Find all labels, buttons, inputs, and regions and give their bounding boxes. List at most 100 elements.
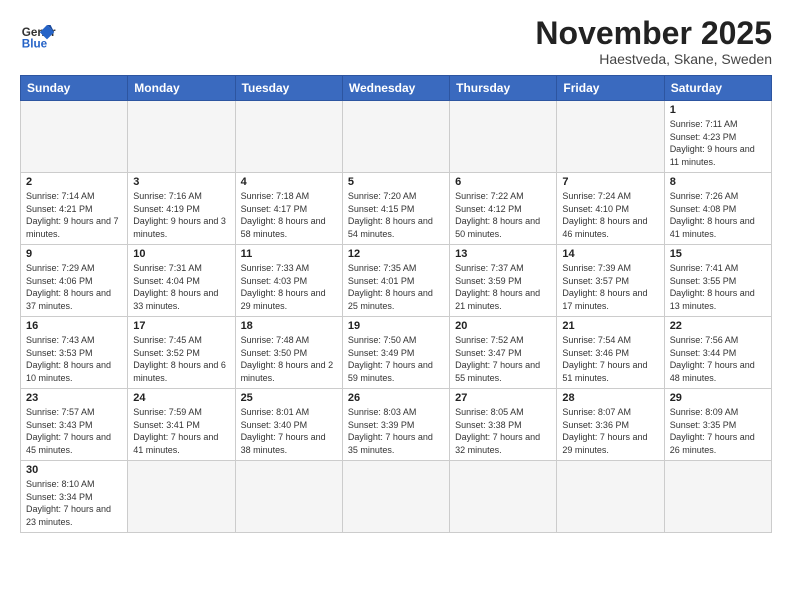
calendar-day [21,101,128,173]
calendar-day: 1Sunrise: 7:11 AM Sunset: 4:23 PM Daylig… [664,101,771,173]
day-number: 3 [133,176,229,188]
calendar-day: 28 Sunrise: 8:07 AM Sunset: 3:36 PM Dayli… [557,389,664,461]
day-info: Sunrise: 7:35 AM Sunset: 4:01 PM Dayligh… [348,262,444,312]
calendar-day [128,461,235,533]
day-number: 4 [241,176,337,188]
calendar-day: 27Sunrise: 8:05 AM Sunset: 3:38 PM Dayli… [450,389,557,461]
day-info: Sunrise: 7:16 AM Sunset: 4:19 PM Dayligh… [133,190,229,240]
day-info: Sunrise: 7:20 AM Sunset: 4:15 PM Dayligh… [348,190,444,240]
day-info: Sunrise: 7:56 AM Sunset: 3:44 PM Dayligh… [670,334,766,384]
day-info: Sunrise: 7:22 AM Sunset: 4:12 PM Dayligh… [455,190,551,240]
calendar-day: 11 Sunrise: 7:33 AM Sunset: 4:03 PM Dayli… [235,245,342,317]
day-info: Sunrise: 7:52 AM Sunset: 3:47 PM Dayligh… [455,334,551,384]
calendar-week-row: 30 Sunrise: 8:10 AM Sunset: 3:34 PM Dayli… [21,461,772,533]
calendar-day: 18Sunrise: 7:48 AM Sunset: 3:50 PM Dayli… [235,317,342,389]
calendar-day: 3 Sunrise: 7:16 AM Sunset: 4:19 PM Daylig… [128,173,235,245]
col-monday: Monday [128,76,235,101]
calendar-day: 12Sunrise: 7:35 AM Sunset: 4:01 PM Dayli… [342,245,449,317]
day-info: Sunrise: 7:39 AM Sunset: 3:57 PM Dayligh… [562,262,658,312]
calendar-day [450,461,557,533]
calendar-day [128,101,235,173]
col-tuesday: Tuesday [235,76,342,101]
day-number: 16 [26,320,122,332]
calendar-day [450,101,557,173]
day-number: 8 [670,176,766,188]
calendar-day: 30 Sunrise: 8:10 AM Sunset: 3:34 PM Dayli… [21,461,128,533]
day-number: 25 [241,392,337,404]
generalblue-logo-icon: General Blue [20,16,56,52]
day-number: 24 [133,392,229,404]
day-number: 29 [670,392,766,404]
calendar-day: 9 Sunrise: 7:29 AM Sunset: 4:06 PM Daylig… [21,245,128,317]
calendar-day: 22 Sunrise: 7:56 AM Sunset: 3:44 PM Dayli… [664,317,771,389]
day-info: Sunrise: 8:01 AM Sunset: 3:40 PM Dayligh… [241,406,337,456]
calendar-day [342,461,449,533]
calendar-day: 13 Sunrise: 7:37 AM Sunset: 3:59 PM Dayli… [450,245,557,317]
calendar-day: 23 Sunrise: 7:57 AM Sunset: 3:43 PM Dayli… [21,389,128,461]
day-number: 13 [455,248,551,260]
day-info: Sunrise: 7:50 AM Sunset: 3:49 PM Dayligh… [348,334,444,384]
calendar-day [664,461,771,533]
day-number: 21 [562,320,658,332]
calendar-week-row: 23 Sunrise: 7:57 AM Sunset: 3:43 PM Dayli… [21,389,772,461]
day-number: 26 [348,392,444,404]
day-number: 11 [241,248,337,260]
day-number: 9 [26,248,122,260]
calendar-day: 14Sunrise: 7:39 AM Sunset: 3:57 PM Dayli… [557,245,664,317]
calendar-day: 10 Sunrise: 7:31 AM Sunset: 4:04 PM Dayli… [128,245,235,317]
page: General Blue November 2025 Haestveda, Sk… [0,0,792,612]
calendar-day [235,461,342,533]
day-info: Sunrise: 7:43 AM Sunset: 3:53 PM Dayligh… [26,334,122,384]
day-info: Sunrise: 7:29 AM Sunset: 4:06 PM Dayligh… [26,262,122,312]
calendar-day [342,101,449,173]
day-number: 17 [133,320,229,332]
day-number: 19 [348,320,444,332]
calendar-day: 5 Sunrise: 7:20 AM Sunset: 4:15 PM Daylig… [342,173,449,245]
calendar-week-row: 16 Sunrise: 7:43 AM Sunset: 3:53 PM Dayli… [21,317,772,389]
day-info: Sunrise: 7:54 AM Sunset: 3:46 PM Dayligh… [562,334,658,384]
calendar-table: Sunday Monday Tuesday Wednesday Thursday… [20,75,772,533]
calendar-day: 29 Sunrise: 8:09 AM Sunset: 3:35 PM Dayli… [664,389,771,461]
day-number: 28 [562,392,658,404]
day-number: 10 [133,248,229,260]
day-info: Sunrise: 7:37 AM Sunset: 3:59 PM Dayligh… [455,262,551,312]
col-sunday: Sunday [21,76,128,101]
day-number: 5 [348,176,444,188]
subtitle: Haestveda, Skane, Sweden [535,51,772,67]
col-friday: Friday [557,76,664,101]
calendar-day [235,101,342,173]
calendar-day: 4 Sunrise: 7:18 AM Sunset: 4:17 PM Daylig… [235,173,342,245]
day-info: Sunrise: 7:33 AM Sunset: 4:03 PM Dayligh… [241,262,337,312]
day-info: Sunrise: 7:48 AM Sunset: 3:50 PM Dayligh… [241,334,337,384]
day-info: Sunrise: 8:03 AM Sunset: 3:39 PM Dayligh… [348,406,444,456]
calendar-day: 25 Sunrise: 8:01 AM Sunset: 3:40 PM Dayli… [235,389,342,461]
calendar-day [557,101,664,173]
calendar-header-row: Sunday Monday Tuesday Wednesday Thursday… [21,76,772,101]
day-info: Sunrise: 8:07 AM Sunset: 3:36 PM Dayligh… [562,406,658,456]
header: General Blue November 2025 Haestveda, Sk… [20,16,772,67]
day-number: 7 [562,176,658,188]
day-info: Sunrise: 7:41 AM Sunset: 3:55 PM Dayligh… [670,262,766,312]
day-info: Sunrise: 7:57 AM Sunset: 3:43 PM Dayligh… [26,406,122,456]
col-thursday: Thursday [450,76,557,101]
day-number: 27 [455,392,551,404]
day-info: Sunrise: 7:26 AM Sunset: 4:08 PM Dayligh… [670,190,766,240]
svg-text:Blue: Blue [22,38,48,51]
col-saturday: Saturday [664,76,771,101]
calendar-day: 6 Sunrise: 7:22 AM Sunset: 4:12 PM Daylig… [450,173,557,245]
calendar-week-row: 9 Sunrise: 7:29 AM Sunset: 4:06 PM Daylig… [21,245,772,317]
day-info: Sunrise: 8:10 AM Sunset: 3:34 PM Dayligh… [26,478,122,528]
day-info: Sunrise: 7:59 AM Sunset: 3:41 PM Dayligh… [133,406,229,456]
day-info: Sunrise: 8:09 AM Sunset: 3:35 PM Dayligh… [670,406,766,456]
calendar-day: 8 Sunrise: 7:26 AM Sunset: 4:08 PM Daylig… [664,173,771,245]
day-info: Sunrise: 7:31 AM Sunset: 4:04 PM Dayligh… [133,262,229,312]
day-number: 6 [455,176,551,188]
calendar-day: 24 Sunrise: 7:59 AM Sunset: 3:41 PM Dayli… [128,389,235,461]
day-number: 23 [26,392,122,404]
day-info: Sunrise: 7:45 AM Sunset: 3:52 PM Dayligh… [133,334,229,384]
day-number: 22 [670,320,766,332]
day-number: 30 [26,464,122,476]
day-info: Sunrise: 7:18 AM Sunset: 4:17 PM Dayligh… [241,190,337,240]
day-number: 15 [670,248,766,260]
calendar-day [557,461,664,533]
